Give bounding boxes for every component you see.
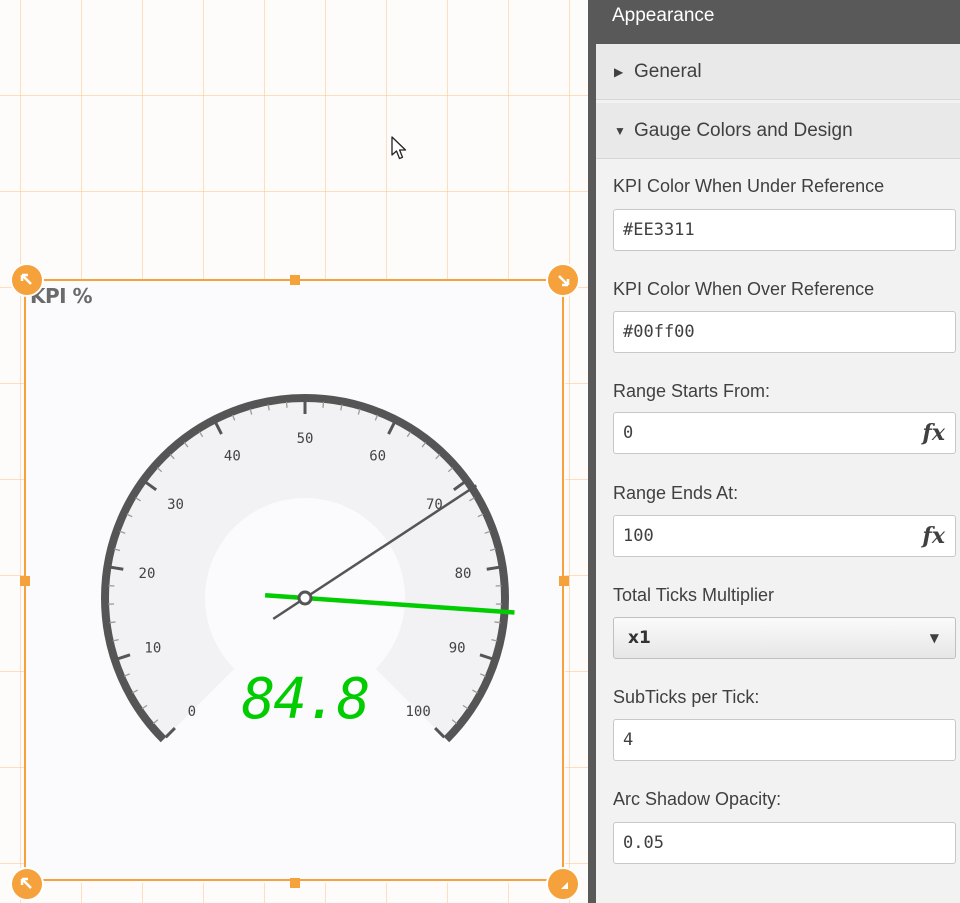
ticks-multiplier-label: Total Ticks Multiplier <box>613 585 775 605</box>
section-general[interactable]: ▶ General <box>596 44 960 100</box>
resize-handle-top-left[interactable] <box>10 263 44 297</box>
gauge-tick-label: 80 <box>455 566 472 582</box>
sheet-canvas: KPI % 0 10 20 30 40 50 60 70 80 90 100 84.8 <box>0 0 588 903</box>
resize-handle-top[interactable] <box>290 275 300 285</box>
resize-handle-left[interactable] <box>20 576 30 586</box>
resize-handle-bottom-left[interactable] <box>10 867 44 901</box>
gauge-major-tick <box>110 565 124 571</box>
resize-arrow-icon <box>20 273 32 285</box>
gauge-tick-label: 50 <box>297 431 314 447</box>
panel-header-appearance[interactable]: Appearance <box>596 0 960 44</box>
gauge-minor-tick <box>322 401 325 408</box>
collapse-arrow-icon: ▼ <box>614 123 626 138</box>
fx-expression-icon[interactable]: fx <box>922 516 945 556</box>
subticks-label: SubTicks per Tick: <box>613 687 760 707</box>
gauge-tick-label: 60 <box>369 448 386 464</box>
kpi-under-color-value: #EE3311 <box>623 220 695 240</box>
kpi-over-color-value: #00ff00 <box>623 322 695 342</box>
subticks-input[interactable]: 4 <box>613 719 956 761</box>
ticks-multiplier-value: x1 <box>628 628 651 648</box>
arc-shadow-input[interactable]: 0.05 <box>613 822 956 864</box>
arc-shadow-value: 0.05 <box>623 833 664 853</box>
section-general-label: General <box>634 60 702 82</box>
gauge-value-readout: 84.8 <box>242 667 369 732</box>
gauge-pivot <box>297 590 313 606</box>
resize-handle-right[interactable] <box>559 576 569 586</box>
gauge-major-tick <box>486 565 500 571</box>
resize-arrow-icon <box>558 275 570 287</box>
kpi-over-label: KPI Color When Over Reference <box>613 279 875 299</box>
gauge-minor-tick <box>109 621 116 624</box>
properties-panel: Appearance ▶ General ▼ Gauge Colors and … <box>596 0 960 903</box>
gauge-tick-label: 30 <box>167 497 184 513</box>
chevron-down-icon: ▼ <box>929 631 939 645</box>
kpi-under-color-input[interactable]: #EE3311 <box>613 209 956 251</box>
kpi-over-color-input[interactable]: #00ff00 <box>613 311 956 353</box>
range-end-input[interactable]: 100 fx <box>613 515 956 557</box>
section-gauge-colors-label: Gauge Colors and Design <box>634 119 853 141</box>
ticks-multiplier-select[interactable]: x1 ▼ <box>613 617 956 659</box>
gauge-chart: 010203040506070809010084.8 <box>101 394 515 743</box>
resize-handle-top-right[interactable] <box>546 263 580 297</box>
resize-arrow-icon <box>561 882 568 889</box>
gauge-tick-label: 100 <box>405 704 430 720</box>
range-start-value: 0 <box>623 423 634 443</box>
range-end-value: 100 <box>623 526 654 546</box>
mouse-cursor-icon <box>391 136 407 160</box>
gauge-tick-label: 90 <box>449 640 466 656</box>
resize-arrow-icon <box>20 877 32 889</box>
gauge-tick-label: 0 <box>188 704 196 720</box>
range-start-label: Range Starts From: <box>613 381 771 401</box>
expand-arrow-icon: ▶ <box>614 64 624 79</box>
gauge-tick-label: 40 <box>224 448 241 464</box>
gauge-tick-label: 10 <box>144 640 161 656</box>
range-start-input[interactable]: 0 fx <box>613 412 956 454</box>
arc-shadow-label: Arc Shadow Opacity: <box>613 789 782 809</box>
panel-divider[interactable] <box>588 0 596 903</box>
section-gauge-colors[interactable]: ▼ Gauge Colors and Design <box>596 103 960 159</box>
gauge-tick-label: 20 <box>139 566 156 582</box>
fx-expression-icon[interactable]: fx <box>922 413 945 453</box>
resize-handle-bottom-right[interactable] <box>546 867 580 901</box>
range-end-label: Range Ends At: <box>613 483 739 503</box>
kpi-under-label: KPI Color When Under Reference <box>613 176 885 196</box>
gauge-minor-tick <box>285 401 288 408</box>
subticks-value: 4 <box>623 730 634 750</box>
resize-handle-bottom[interactable] <box>290 878 300 888</box>
gauge-minor-tick <box>494 621 501 624</box>
